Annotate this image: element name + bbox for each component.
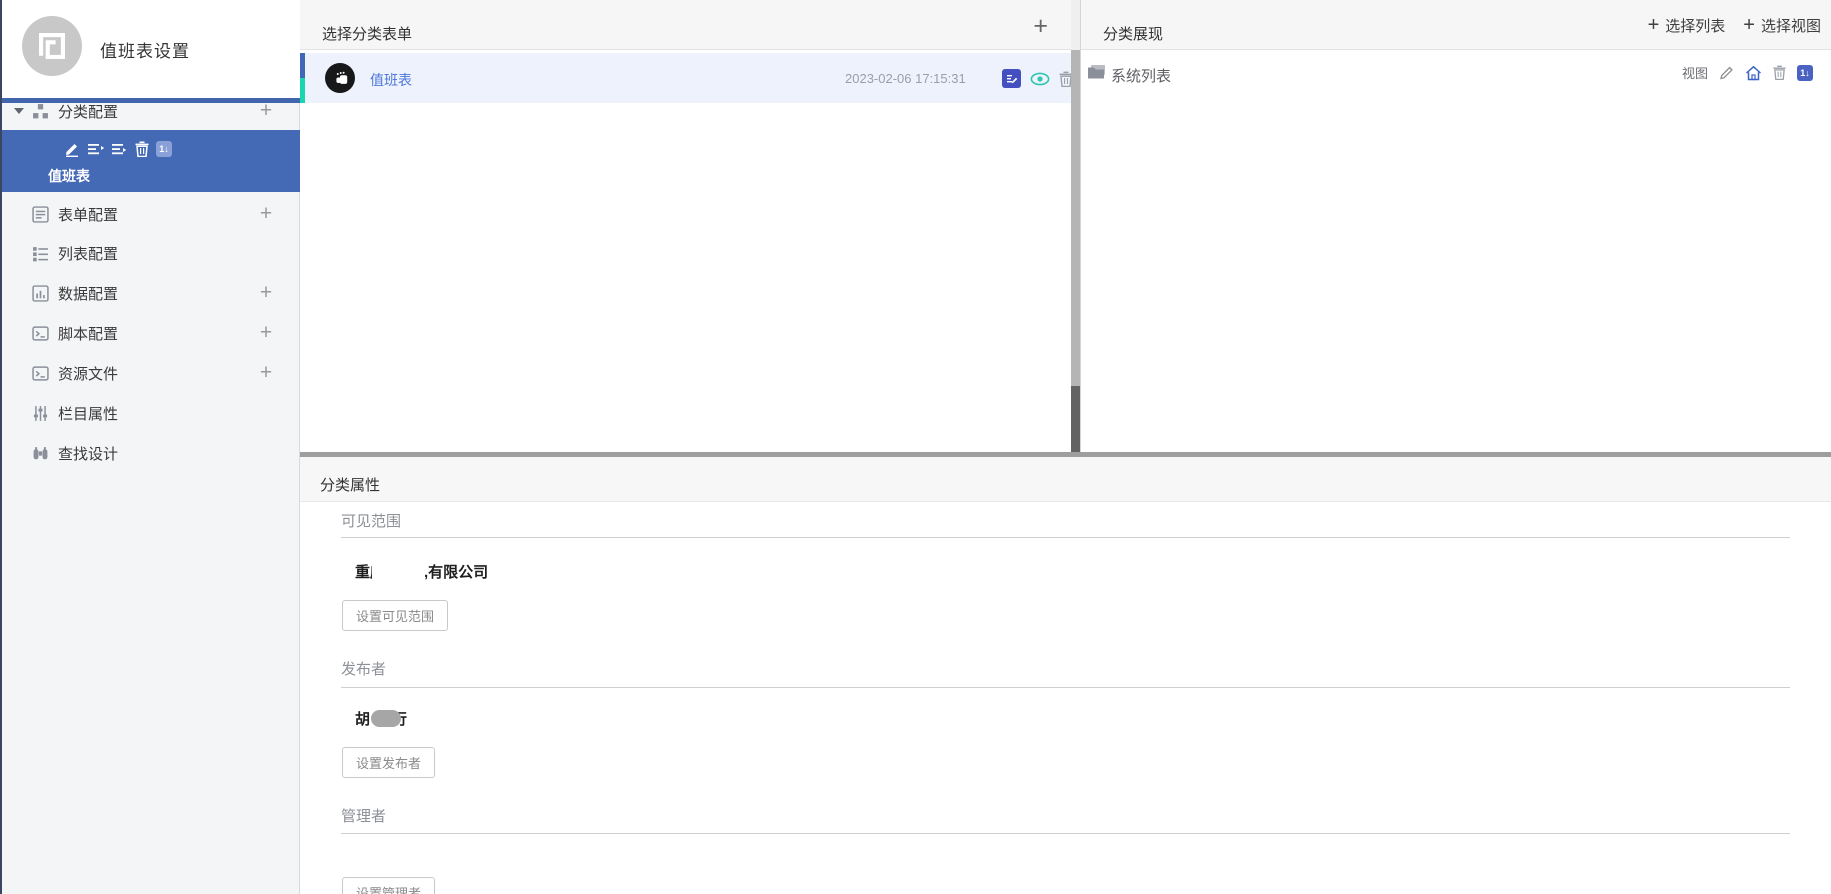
move-down-list-icon[interactable] bbox=[111, 142, 128, 156]
sidebar-item-label: 栏目属性 bbox=[58, 405, 119, 423]
app-header: 值班表设置 bbox=[0, 0, 300, 98]
row-accent-teal bbox=[300, 78, 305, 103]
edit-form-icon[interactable] bbox=[1002, 69, 1021, 88]
sidebar-item-label: 表单配置 bbox=[58, 206, 119, 224]
add-script-button[interactable]: + bbox=[256, 322, 276, 343]
form-select-panel: 选择分类表单 + 值班表 2023-02-06 17:15:31 bbox=[300, 0, 1081, 452]
form-config-icon bbox=[32, 205, 49, 223]
app-logo bbox=[22, 16, 82, 76]
set-manager-button[interactable]: 设置管理者 bbox=[342, 877, 436, 894]
select-list-label: 选择列表 bbox=[1665, 17, 1726, 35]
form-row-timestamp: 2023-02-06 17:15:31 bbox=[845, 71, 966, 86]
spiral-logo-icon bbox=[39, 33, 65, 59]
sidebar-item-data-config[interactable]: 数据配置 + bbox=[0, 273, 300, 313]
add-data-button[interactable]: + bbox=[256, 282, 276, 303]
category-icon bbox=[32, 103, 49, 120]
window-left-edge bbox=[0, 0, 2, 894]
resource-files-icon bbox=[32, 365, 49, 382]
section-divider bbox=[341, 687, 1790, 688]
avatar bbox=[325, 63, 355, 93]
section-divider bbox=[341, 833, 1790, 834]
selected-item-label[interactable]: 值班表 bbox=[48, 166, 90, 186]
edit-icon[interactable] bbox=[64, 141, 80, 157]
scrollbar-thumb[interactable] bbox=[1071, 50, 1080, 386]
sidebar-item-label: 数据配置 bbox=[58, 285, 119, 303]
sidebar: 值班表设置 分类配置 + 1↓ 值班表 表单配置 + 列表配置 数据配置 + 脚… bbox=[0, 0, 300, 894]
sidebar-item-category-config[interactable]: 分类配置 + bbox=[0, 91, 300, 131]
sort-order-icon[interactable]: 1↓ bbox=[156, 141, 172, 157]
category-properties-panel: 分类属性 可见范围 重庆,有限公司 设置可见范围 发布者 胡行 设置发布者 管理… bbox=[300, 457, 1831, 894]
home-icon[interactable] bbox=[1745, 65, 1762, 81]
visible-scope-label: 可见范围 bbox=[341, 513, 402, 530]
display-panel-title: 分类展现 bbox=[1103, 26, 1164, 43]
move-up-list-icon[interactable] bbox=[87, 142, 104, 156]
sidebar-item-script-config[interactable]: 脚本配置 + bbox=[0, 313, 300, 353]
sidebar-item-form-config[interactable]: 表单配置 + bbox=[0, 194, 300, 234]
delete-icon[interactable] bbox=[135, 141, 149, 157]
form-panel-header: 选择分类表单 + bbox=[300, 0, 1080, 50]
publisher-label: 发布者 bbox=[341, 661, 387, 678]
add-resource-button[interactable]: + bbox=[256, 362, 276, 383]
form-row-name[interactable]: 值班表 bbox=[370, 70, 412, 90]
column-properties-icon bbox=[32, 405, 49, 422]
select-list-button[interactable]: + 选择列表 bbox=[1648, 15, 1726, 36]
section-divider bbox=[341, 537, 1790, 538]
display-row-name: 系统列表 bbox=[1111, 68, 1172, 85]
add-category-button[interactable]: + bbox=[256, 100, 276, 121]
sort-order-icon[interactable]: 1↓ bbox=[1797, 64, 1813, 81]
delete-view-icon[interactable] bbox=[1773, 65, 1786, 80]
sidebar-item-label: 查找设计 bbox=[58, 445, 119, 463]
sidebar-item-list-config[interactable]: 列表配置 bbox=[0, 233, 300, 273]
scrollbar-thumb-dark[interactable] bbox=[1071, 386, 1080, 452]
plus-icon: + bbox=[1743, 14, 1755, 36]
view-mode-label[interactable]: 视图 bbox=[1682, 63, 1708, 82]
props-panel-title: 分类属性 bbox=[320, 477, 381, 494]
add-form-button[interactable]: + bbox=[256, 203, 276, 224]
sidebar-item-label: 脚本配置 bbox=[58, 325, 119, 343]
select-view-label: 选择视图 bbox=[1760, 17, 1821, 35]
sidebar-item-column-properties[interactable]: 栏目属性 bbox=[0, 393, 300, 433]
row-accent-blue bbox=[300, 53, 305, 78]
form-list-row-selected[interactable]: 值班表 2023-02-06 17:15:31 bbox=[300, 53, 1073, 103]
display-panel: 分类展现 + 选择列表 + 选择视图 系统列表 视图 1↓ bbox=[1081, 0, 1831, 452]
script-config-icon bbox=[32, 325, 49, 342]
set-visible-scope-button[interactable]: 设置可见范围 bbox=[342, 600, 449, 631]
scrollbar[interactable] bbox=[1071, 0, 1080, 452]
props-panel-header: 分类属性 bbox=[300, 457, 1831, 502]
sidebar-selected-item[interactable]: 1↓ 值班表 bbox=[0, 130, 300, 192]
visible-scope-value: 重庆 ,有限公司 bbox=[355, 561, 488, 582]
list-config-icon bbox=[32, 245, 49, 262]
redaction-blob bbox=[371, 710, 402, 727]
company-name-suffix: ,有限公司 bbox=[424, 564, 489, 581]
data-config-icon bbox=[32, 284, 49, 302]
sidebar-item-label: 列表配置 bbox=[58, 245, 119, 263]
add-form-item-button[interactable]: + bbox=[1033, 12, 1048, 41]
redaction-blob bbox=[372, 562, 425, 580]
app-window: 值班表设置 分类配置 + 1↓ 值班表 表单配置 + 列表配置 数据配置 + 脚… bbox=[0, 0, 1831, 894]
select-view-button[interactable]: + 选择视图 bbox=[1743, 15, 1821, 36]
app-title: 值班表设置 bbox=[100, 42, 190, 61]
sidebar-item-search-design[interactable]: 查找设计 bbox=[0, 433, 300, 473]
form-panel-title: 选择分类表单 bbox=[322, 26, 413, 43]
sidebar-item-label: 资源文件 bbox=[58, 365, 119, 383]
sidebar-item-label: 分类配置 bbox=[58, 103, 119, 121]
display-panel-header: 分类展现 + 选择列表 + 选择视图 bbox=[1081, 0, 1831, 50]
search-design-icon bbox=[32, 445, 49, 462]
edit-pencil-icon[interactable] bbox=[1719, 65, 1734, 80]
caret-down-icon[interactable] bbox=[14, 108, 24, 114]
plus-icon: + bbox=[1647, 14, 1660, 36]
manager-label: 管理者 bbox=[341, 808, 387, 825]
sidebar-item-resource-files[interactable]: 资源文件 + bbox=[0, 353, 300, 393]
publisher-name-prefix: 胡 bbox=[355, 711, 371, 728]
display-list-row[interactable]: 系统列表 视图 1↓ bbox=[1081, 50, 1831, 98]
set-publisher-button[interactable]: 设置发布者 bbox=[342, 747, 436, 778]
publisher-value: 胡行 bbox=[355, 708, 407, 729]
folder-icon bbox=[1087, 64, 1107, 80]
preview-eye-icon[interactable] bbox=[1030, 72, 1050, 86]
